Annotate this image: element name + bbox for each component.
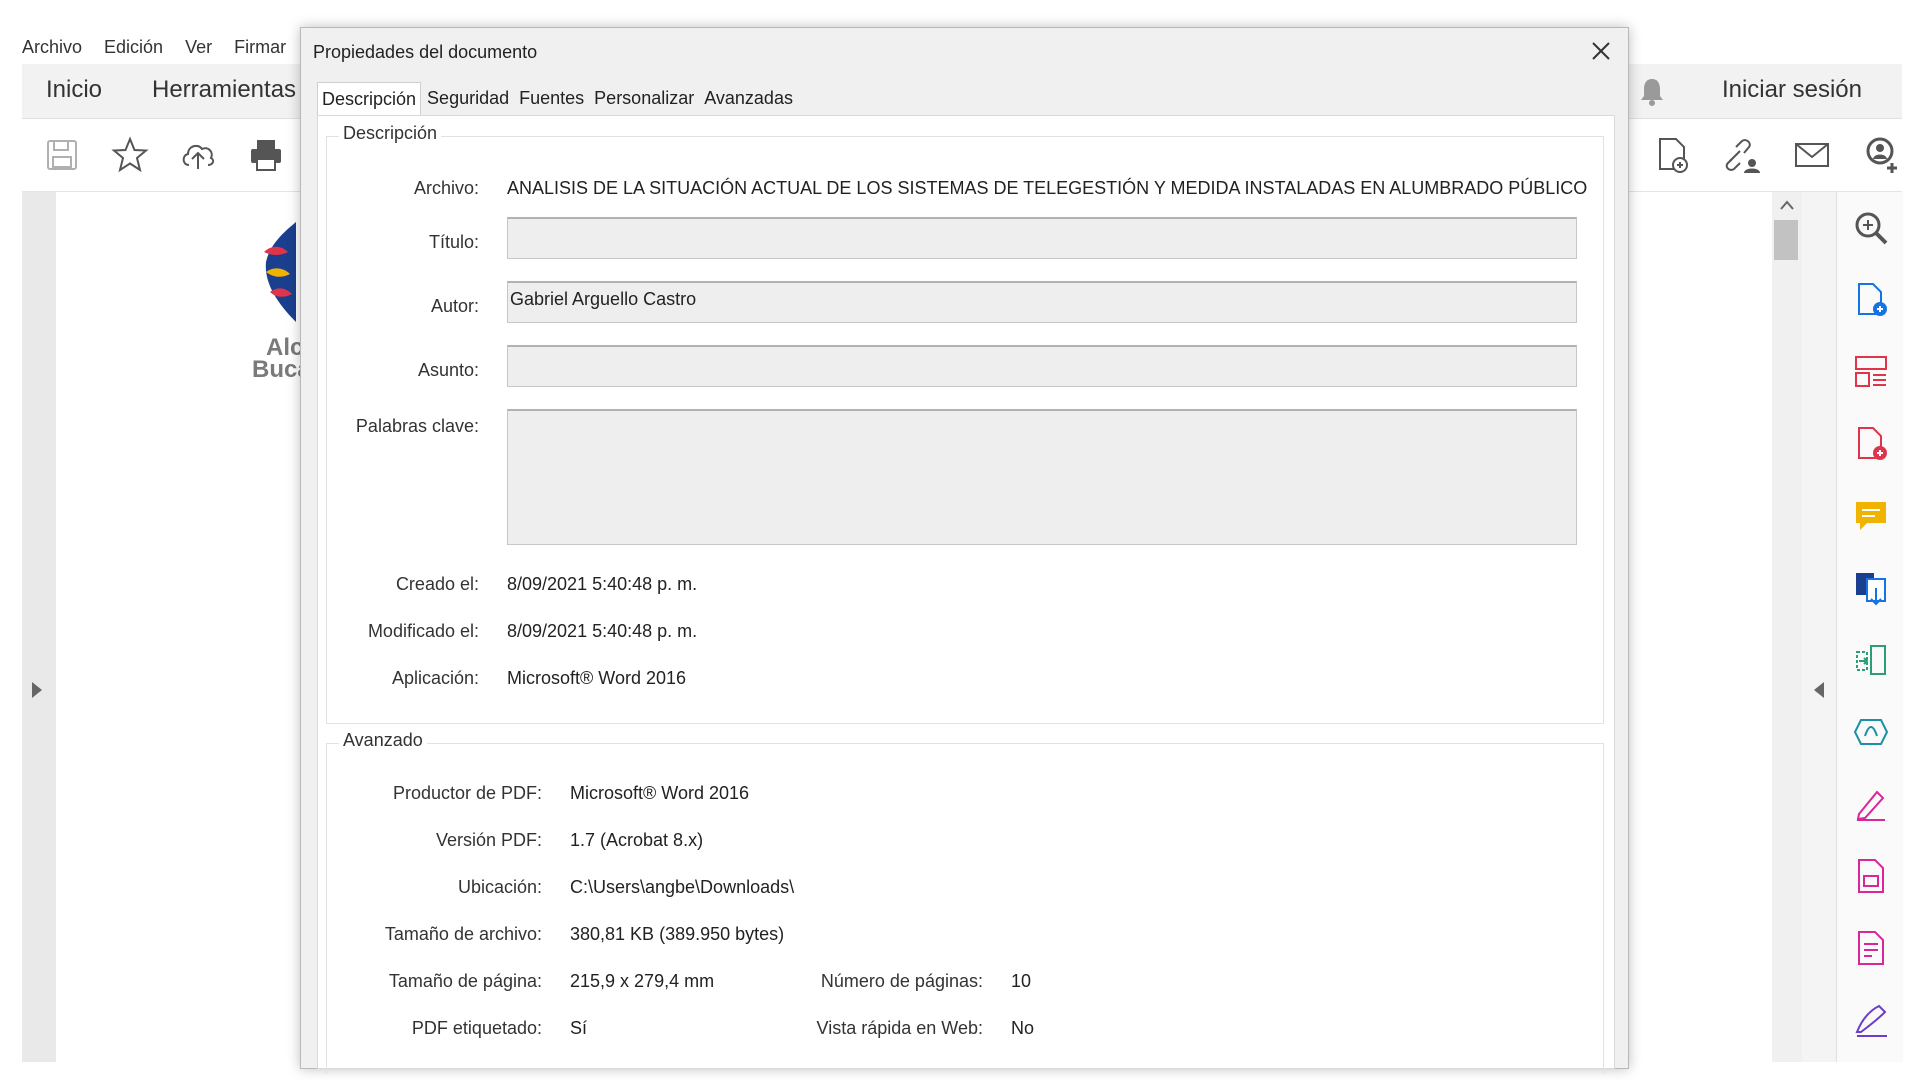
right-panel-toggle[interactable] <box>1802 192 1836 1062</box>
file-value: ANALISIS DE LA SITUACIÓN ACTUAL DE LOS S… <box>507 178 1588 198</box>
menu-edicion[interactable]: Edición <box>104 37 163 58</box>
description-panel: Descripción Archivo: ANALISIS DE LA SITU… <box>317 115 1615 1074</box>
tools-pane <box>1836 192 1903 1062</box>
pdf-version-value: 1.7 (Acrobat 8.x) <box>570 830 704 850</box>
file-label: Archivo: <box>413 178 479 198</box>
pdf-version-label: Versión PDF: <box>435 830 542 850</box>
menu-ver[interactable]: Ver <box>185 37 212 58</box>
pdf-producer-label: Productor de PDF: <box>392 783 542 803</box>
chevron-right-icon[interactable] <box>32 682 44 698</box>
application-value: Microsoft® Word 2016 <box>507 668 686 688</box>
compress-icon[interactable] <box>1853 642 1889 678</box>
vertical-scrollbar[interactable] <box>1772 192 1802 1062</box>
page-count-value: 10 <box>1011 971 1032 991</box>
file-size-value: 380,81 KB (389.950 bytes) <box>570 924 785 944</box>
convert-icon[interactable] <box>1853 714 1889 750</box>
description-group-title: Descripción <box>339 123 442 144</box>
close-icon[interactable] <box>1588 38 1614 64</box>
fast-web-view-value: No <box>1011 1018 1035 1038</box>
modified-label: Modificado el: <box>367 621 479 641</box>
title-label: Título: <box>428 232 479 252</box>
menu-firmar[interactable]: Firmar <box>234 37 286 58</box>
application-label: Aplicación: <box>391 668 479 688</box>
created-value: 8/09/2021 5:40:48 p. m. <box>507 574 698 594</box>
keywords-label: Palabras clave: <box>355 416 479 436</box>
tab-seguridad[interactable]: Seguridad <box>423 82 513 114</box>
create-pdf-icon[interactable] <box>1853 282 1889 318</box>
advanced-group: Avanzado Productor de PDF: Microsoft® Wo… <box>326 730 1604 1074</box>
tab-descripcion[interactable]: Descripción <box>317 82 422 115</box>
upload-icon[interactable] <box>178 135 218 175</box>
fast-web-view-label: Vista rápida en Web: <box>816 1018 983 1038</box>
save-icon[interactable] <box>42 135 82 175</box>
tab-bar: Descripción Seguridad Fuentes Personaliz… <box>317 82 799 115</box>
subject-label: Asunto: <box>417 360 479 380</box>
sign-in-button[interactable]: Iniciar sesión <box>1722 76 1862 104</box>
export-pdf-icon[interactable] <box>1652 135 1692 175</box>
redact-icon[interactable] <box>1853 930 1889 966</box>
tab-inicio[interactable]: Inicio <box>46 76 102 104</box>
bell-icon[interactable] <box>1637 76 1667 108</box>
tab-herramientas[interactable]: Herramientas <box>152 76 296 104</box>
menu-archivo[interactable]: Archivo <box>22 37 82 58</box>
add-user-icon[interactable] <box>1862 135 1902 175</box>
page-size-value: 215,9 x 279,4 mm <box>570 971 715 991</box>
created-label: Creado el: <box>395 574 479 594</box>
edit-pdf-icon[interactable] <box>1853 426 1889 462</box>
file-size-label: Tamaño de archivo: <box>384 924 542 944</box>
page-count-label: Número de páginas: <box>820 971 983 991</box>
organize-icon[interactable] <box>1853 354 1889 390</box>
modified-value: 8/09/2021 5:40:48 p. m. <box>507 621 698 641</box>
scrollbar-thumb[interactable] <box>1774 220 1798 260</box>
share-link-icon[interactable] <box>1722 135 1762 175</box>
advanced-group-title: Avanzado <box>339 730 427 751</box>
scroll-up-icon[interactable] <box>1780 200 1794 210</box>
document-properties-dialog: Propiedades del documento Descripción Se… <box>300 27 1629 1074</box>
fill-sign-icon[interactable] <box>1853 786 1889 822</box>
location-label: Ubicación: <box>457 877 542 897</box>
zoom-icon[interactable] <box>1853 210 1889 246</box>
tab-avanzadas[interactable]: Avanzadas <box>700 82 797 114</box>
location-value: C:\Users\angbe\Downloads\ <box>570 877 795 897</box>
comment-icon[interactable] <box>1853 498 1889 534</box>
signature-icon[interactable] <box>1853 1002 1889 1038</box>
left-panel-toggle[interactable] <box>22 192 57 1062</box>
logo-icon <box>264 222 296 322</box>
combine-icon[interactable] <box>1853 570 1889 606</box>
tagged-pdf-label: PDF etiquetado: <box>411 1018 542 1038</box>
page-size-label: Tamaño de página: <box>388 971 542 991</box>
star-icon[interactable] <box>110 135 150 175</box>
chevron-left-icon[interactable] <box>1814 682 1826 698</box>
title-field[interactable] <box>507 217 1577 259</box>
author-label: Autor: <box>430 296 479 316</box>
keywords-field[interactable] <box>507 409 1577 545</box>
print-icon[interactable] <box>246 135 286 175</box>
subject-field[interactable] <box>507 345 1577 387</box>
protect-icon[interactable] <box>1853 858 1889 894</box>
tab-fuentes[interactable]: Fuentes <box>515 82 588 114</box>
tab-personalizar[interactable]: Personalizar <box>590 82 698 114</box>
tagged-pdf-value: Sí <box>570 1018 588 1038</box>
description-group: Descripción Archivo: ANALISIS DE LA SITU… <box>326 123 1604 724</box>
mail-icon[interactable] <box>1792 135 1832 175</box>
pdf-producer-value: Microsoft® Word 2016 <box>570 783 749 803</box>
dialog-title: Propiedades del documento <box>313 42 538 62</box>
author-field[interactable]: Gabriel Arguello Castro <box>507 281 1577 323</box>
